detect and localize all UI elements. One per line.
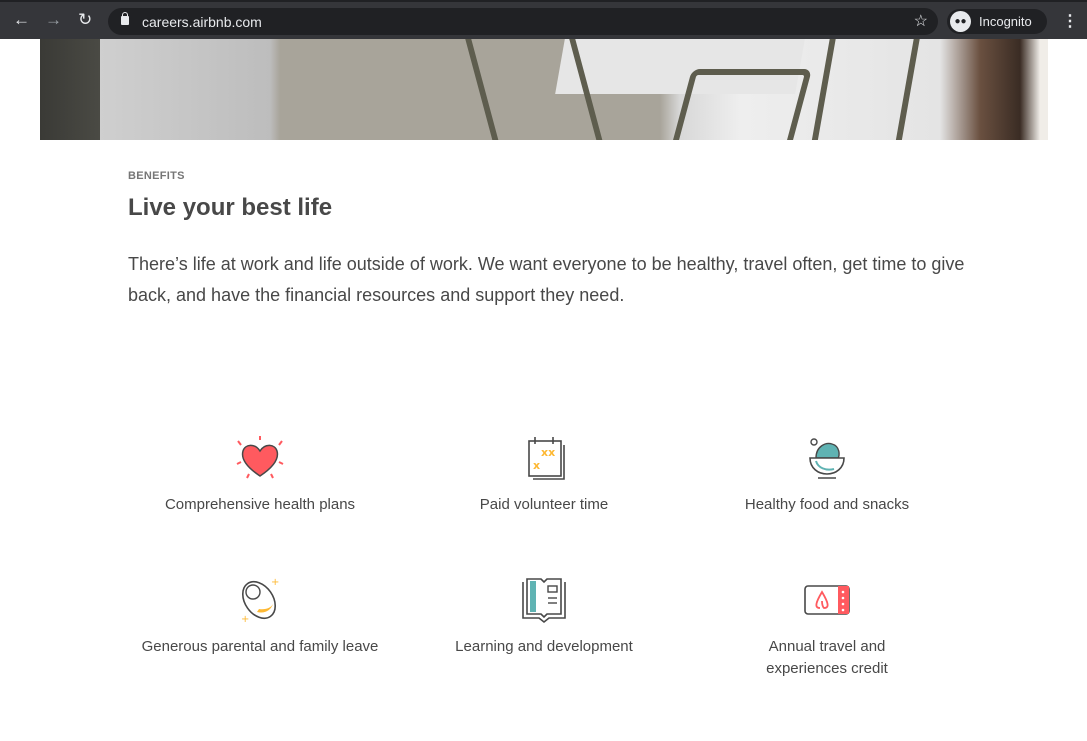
section-title: Live your best life (128, 194, 333, 221)
address-bar[interactable]: careers.airbnb.com ☆ (108, 8, 938, 35)
back-icon[interactable]: ← (13, 11, 30, 29)
benefit-label: Healthy food and snacks (744, 496, 910, 513)
benefit-label: Learning and development (455, 638, 633, 655)
hero-image (40, 39, 1048, 140)
section-intro: There’s life at work and life outside of… (128, 254, 965, 305)
baby-icon: + + (241, 577, 279, 624)
salad-bowl-icon (809, 438, 845, 479)
benefit-label: Paid volunteer time (479, 496, 609, 513)
reload-icon[interactable]: ↻ (78, 11, 92, 29)
more-menu-icon[interactable]: ⋮ (1062, 11, 1078, 31)
calendar-icon: xx x (528, 437, 565, 480)
benefit-volunteer: xx x Paid volunteer time (404, 436, 684, 516)
svg-text:xx: xx (541, 446, 555, 459)
browser-toolbar: ← → ↻ careers.airbnb.com ☆ ●● Incognito … (0, 0, 1087, 39)
profile-label: Incognito (979, 14, 1032, 29)
svg-text:x: x (533, 459, 540, 472)
benefit-parental: + + Generous parental and family leave (120, 576, 400, 658)
svg-text:+: + (241, 614, 249, 624)
benefit-label: Annual travel and experiences credit (766, 638, 888, 677)
svg-text:+: + (271, 577, 279, 588)
forward-icon[interactable]: → (45, 11, 62, 29)
travel-ticket-icon (804, 585, 850, 615)
url-text[interactable]: careers.airbnb.com (142, 14, 262, 30)
incognito-icon: ●● (950, 11, 971, 32)
benefit-label: Comprehensive health plans (164, 496, 356, 513)
benefit-learning: Learning and development (404, 576, 684, 658)
section-eyebrow: BENEFITS (128, 170, 185, 182)
benefit-label: Generous parental and family leave (141, 638, 379, 655)
benefit-food: Healthy food and snacks (687, 436, 967, 516)
book-icon (522, 578, 566, 624)
bookmark-star-icon[interactable]: ☆ (914, 11, 928, 31)
benefit-health: Comprehensive health plans (120, 436, 400, 516)
heart-icon (236, 436, 284, 479)
lock-icon (121, 12, 129, 25)
benefit-travel: Annual travel and experiences credit (687, 576, 967, 680)
incognito-badge[interactable]: ●● Incognito (947, 9, 1047, 34)
